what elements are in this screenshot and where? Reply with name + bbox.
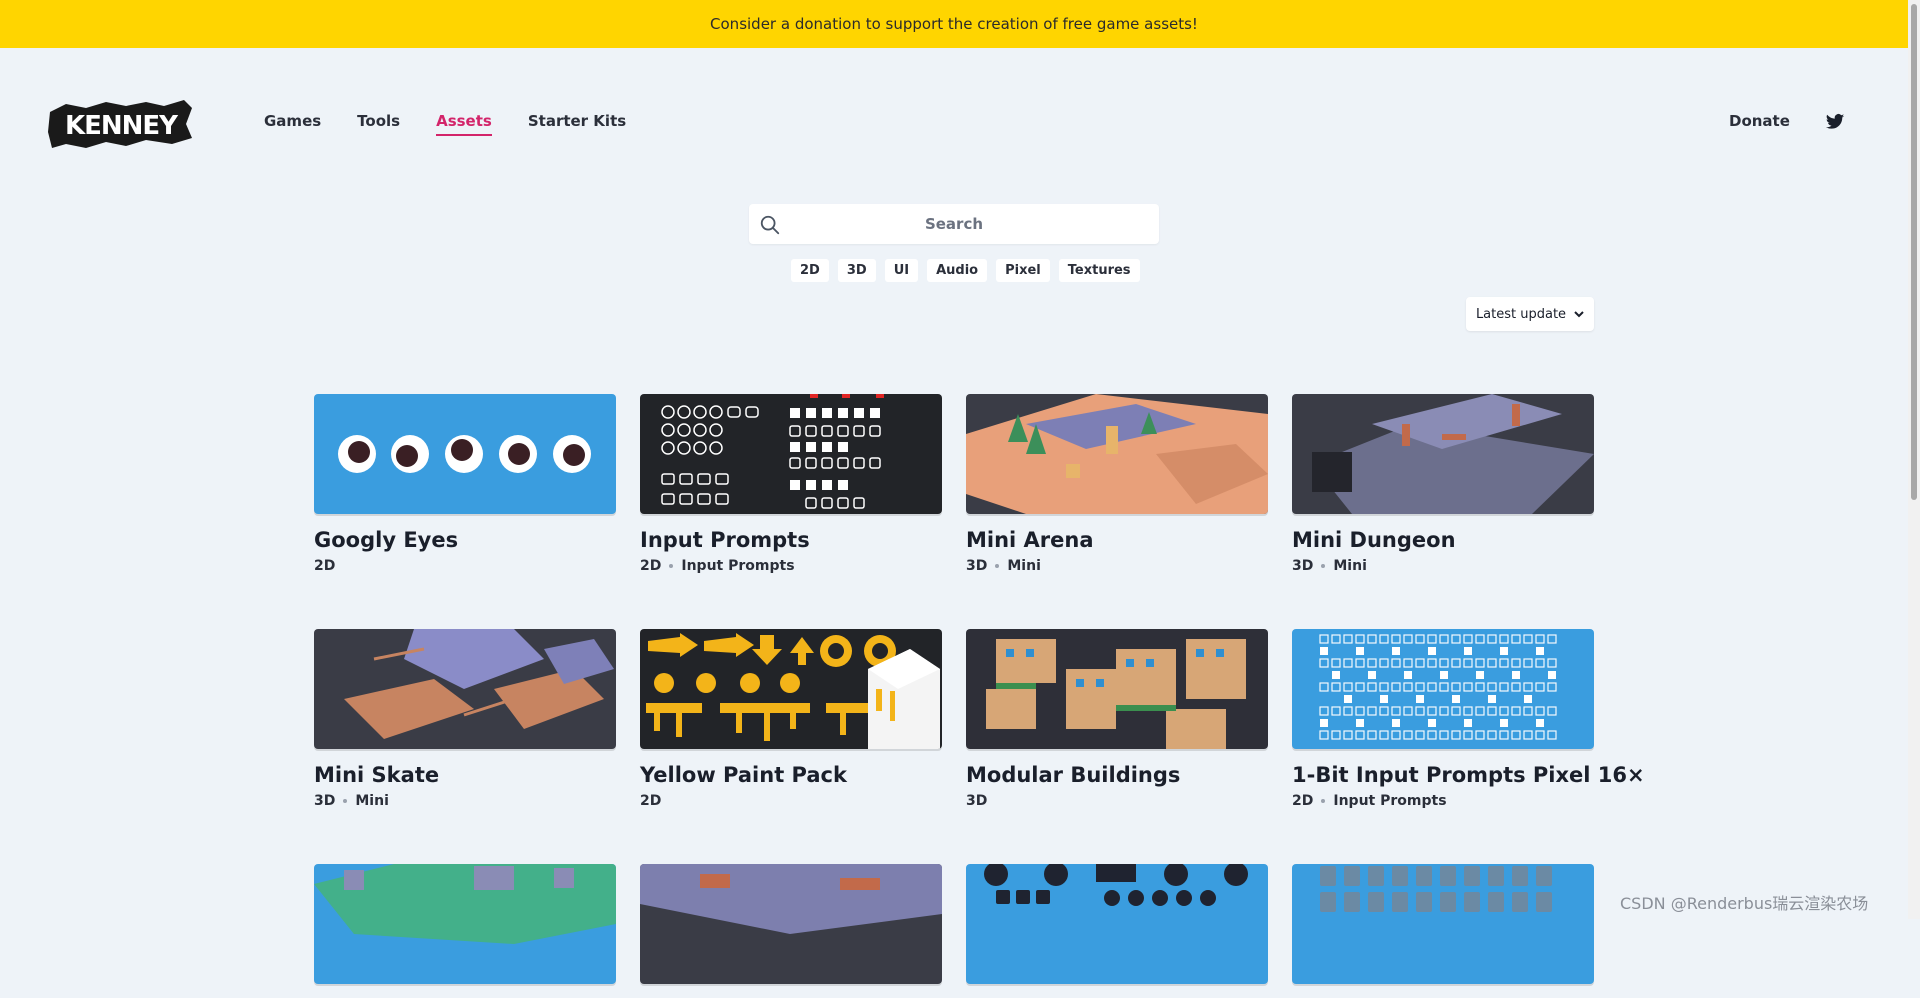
asset-tags: 3D Mini [314,793,616,809]
watermark: CSDN @Renderbus瑞云渲染农场 [1620,894,1869,913]
asset-card[interactable]: Input Prompts 2D Input Prompts [640,394,942,574]
asset-thumbnail[interactable] [966,394,1268,514]
asset-thumbnail[interactable] [1292,394,1594,514]
asset-title[interactable]: Mini Skate [314,763,616,787]
scrollbar-thumb[interactable] [1911,4,1917,500]
sort-selected: Latest update [1475,306,1567,322]
asset-tags: 3D Mini [966,558,1268,574]
nav-item-games[interactable]: Games [264,112,321,136]
asset-tag[interactable]: Input Prompts [1333,793,1446,809]
yellow-paint-image [646,633,940,749]
sort-dropdown[interactable]: Latest update [1466,297,1594,331]
asset-title[interactable]: Mini Arena [966,528,1268,552]
asset-card[interactable] [314,864,616,998]
asset-tag[interactable]: Input Prompts [681,558,794,574]
asset-thumbnail[interactable] [966,629,1268,749]
pixel-input-prompts-image [1319,634,1557,740]
tag-separator [1321,564,1326,568]
twitter-icon[interactable] [1825,112,1845,132]
asset-image [984,864,1248,906]
asset-card[interactable]: Mini Skate 3D Mini [314,629,616,809]
asset-title[interactable]: 1-Bit Input Prompts Pixel 16× [1292,763,1645,787]
asset-title[interactable]: Modular Buildings [966,763,1268,787]
asset-thumbnail[interactable] [640,629,942,749]
tag-separator [995,564,1000,568]
asset-tags: 2D Input Prompts [640,558,942,574]
search-input[interactable] [749,203,1159,245]
tag-separator [1321,799,1326,803]
asset-image [1320,866,1552,912]
asset-tag[interactable]: Mini [1333,558,1367,574]
main-nav: Games Tools Assets Starter Kits [264,112,662,136]
asset-thumbnail[interactable] [1292,629,1594,749]
asset-tag[interactable]: 3D [966,558,987,574]
asset-thumbnail[interactable] [314,864,616,984]
asset-card[interactable] [1292,864,1594,998]
asset-title[interactable]: Mini Dungeon [1292,528,1594,552]
chevron-down-icon [1574,311,1584,318]
tag-separator [669,564,674,568]
filter-textures[interactable]: Textures [1058,259,1140,282]
asset-tag[interactable]: 2D [640,558,661,574]
asset-title[interactable]: Input Prompts [640,528,942,552]
asset-card[interactable] [640,864,942,998]
asset-card[interactable] [966,864,1268,998]
donation-banner[interactable]: Consider a donation to support the creat… [0,0,1908,48]
input-prompts-image [661,394,884,509]
asset-thumbnail[interactable] [640,394,942,514]
mini-skate-image [344,629,614,739]
mini-dungeon-image [1312,394,1594,514]
search-icon [760,215,780,235]
nav-item-assets[interactable]: Assets [436,112,492,136]
filter-2d[interactable]: 2D [791,259,829,282]
modular-buildings-image [986,639,1246,749]
asset-title[interactable]: Googly Eyes [314,528,616,552]
filter-pixel[interactable]: Pixel [996,259,1050,282]
asset-card[interactable]: 1-Bit Input Prompts Pixel 16× 2D Input P… [1292,629,1645,809]
nav-item-tools[interactable]: Tools [357,112,400,136]
filter-ui[interactable]: UI [884,259,919,282]
search-box[interactable] [749,203,1159,245]
asset-tag[interactable]: 3D [966,793,987,809]
asset-tag[interactable]: 2D [640,793,661,809]
asset-card[interactable]: Googly Eyes 2D [314,394,616,574]
donate-link[interactable]: Donate [1729,112,1790,130]
asset-tags: 2D Input Prompts [1292,793,1594,809]
asset-tags: 3D Mini [1292,558,1594,574]
asset-tag[interactable]: Mini [1007,558,1041,574]
asset-thumbnail[interactable] [966,864,1268,984]
asset-tag[interactable]: 3D [314,793,335,809]
asset-title[interactable]: Yellow Paint Pack [640,763,942,787]
asset-card[interactable]: Yellow Paint Pack 2D [640,629,942,809]
logo-text: KENNEY [65,111,179,141]
asset-image [640,864,942,934]
tag-separator [343,799,348,803]
asset-image [314,864,616,944]
asset-tag[interactable]: 3D [1292,558,1313,574]
asset-card[interactable]: Modular Buildings 3D [966,629,1268,809]
asset-tag[interactable]: 2D [314,558,335,574]
asset-tags: 3D [966,793,1268,809]
asset-tags: 2D [314,558,616,574]
asset-tag[interactable]: 2D [1292,793,1313,809]
kenney-logo[interactable]: KENNEY [46,94,196,152]
asset-tags: 2D [640,793,942,809]
asset-tag[interactable]: Mini [355,793,389,809]
donation-banner-text: Consider a donation to support the creat… [710,15,1198,33]
asset-thumbnail[interactable] [640,864,942,984]
category-filters: 2D 3D UI Audio Pixel Textures [791,259,1140,282]
page-scrollbar[interactable] [1908,0,1920,919]
asset-card[interactable]: Mini Dungeon 3D Mini [1292,394,1594,574]
asset-thumbnail[interactable] [1292,864,1594,984]
asset-thumbnail[interactable] [314,629,616,749]
nav-item-starter-kits[interactable]: Starter Kits [528,112,626,136]
asset-card[interactable]: Mini Arena 3D Mini [966,394,1268,574]
asset-thumbnail[interactable] [314,394,616,514]
filter-audio[interactable]: Audio [927,259,988,282]
filter-3d[interactable]: 3D [837,259,876,282]
googly-eyes-image [338,435,591,473]
mini-arena-image [966,394,1268,514]
